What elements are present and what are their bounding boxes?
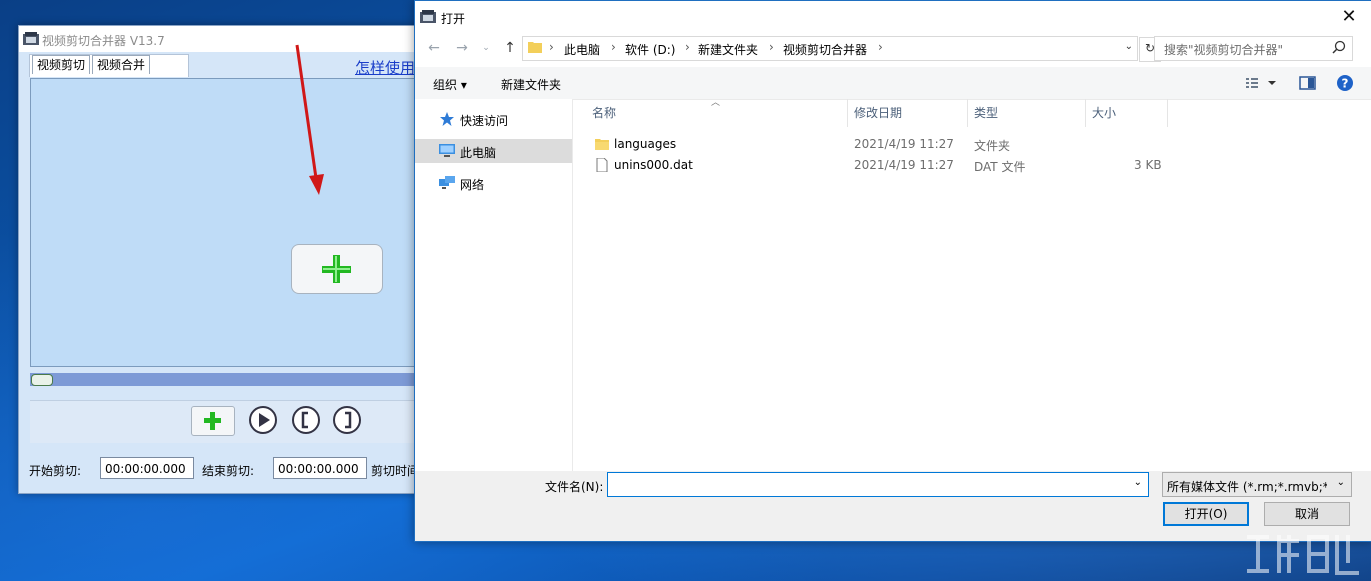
organize-button[interactable]: 组织 ▾ bbox=[433, 76, 467, 93]
chevron-down-icon[interactable]: ⌄ bbox=[1125, 41, 1133, 52]
cut-time-label: 剪切时间 bbox=[371, 462, 419, 479]
add-file-button[interactable] bbox=[191, 406, 235, 436]
column-header-size[interactable]: 大小 bbox=[1086, 99, 1168, 127]
breadcrumb-current[interactable]: 视频剪切合并器 bbox=[783, 41, 867, 58]
column-header-date[interactable]: 修改日期 bbox=[848, 99, 968, 127]
file-type: 文件夹 bbox=[974, 137, 1010, 154]
address-bar[interactable]: › 此电脑 › 软件 (D:) › 新建文件夹 › 视频剪切合并器 › ⌄ bbox=[522, 36, 1138, 61]
help-icon[interactable]: ? bbox=[1335, 73, 1355, 93]
folder-icon bbox=[595, 137, 609, 151]
preview-pane-icon[interactable] bbox=[1299, 73, 1317, 93]
timeline-slider[interactable] bbox=[30, 373, 420, 386]
back-arrow-icon[interactable]: ← bbox=[425, 39, 443, 57]
view-options-icon[interactable] bbox=[1244, 73, 1280, 93]
add-video-button[interactable] bbox=[291, 244, 383, 294]
watermark-logo bbox=[1243, 527, 1363, 579]
breadcrumb-separator: › bbox=[878, 40, 883, 54]
dialog-title: 打开 bbox=[441, 10, 465, 27]
file-row[interactable]: unins000.dat 2021/4/19 11:27 DAT 文件 3 KB bbox=[586, 155, 1186, 175]
sort-chevron-icon: ︿ bbox=[711, 95, 720, 108]
search-input[interactable]: 搜索"视频剪切合并器" bbox=[1154, 36, 1353, 61]
breadcrumb-separator: › bbox=[611, 40, 616, 54]
filename-label: 文件名(N): bbox=[545, 478, 603, 495]
chevron-down-icon: ⌄ bbox=[1337, 477, 1345, 488]
command-bar: 组织 ▾ 新建文件夹 ? bbox=[415, 67, 1371, 100]
file-type-value: 所有媒体文件 (*.rm;*.rmvb;*.fl bbox=[1167, 478, 1327, 495]
new-folder-button[interactable]: 新建文件夹 bbox=[501, 76, 561, 93]
nav-label: 此电脑 bbox=[460, 144, 496, 161]
chevron-down-icon[interactable]: ⌄ bbox=[1134, 477, 1142, 488]
play-button[interactable] bbox=[249, 406, 277, 434]
file-list: 名称 ︿ 修改日期 类型 大小 languages 2021/4/19 11:2… bbox=[586, 99, 1371, 471]
slider-handle[interactable] bbox=[31, 374, 53, 386]
start-cut-field[interactable]: 00:00:00.000 bbox=[100, 457, 194, 479]
bracket-right-icon bbox=[335, 408, 359, 432]
breadcrumb-separator: › bbox=[769, 40, 774, 54]
dialog-titlebar: 打开 ✕ bbox=[415, 1, 1371, 33]
file-name: languages bbox=[614, 137, 676, 151]
network-icon bbox=[439, 176, 455, 190]
nav-label: 快速访问 bbox=[460, 112, 508, 129]
breadcrumb-this-pc[interactable]: 此电脑 bbox=[564, 41, 600, 58]
start-cut-label: 开始剪切: bbox=[29, 462, 81, 479]
column-header-type[interactable]: 类型 bbox=[968, 99, 1086, 127]
search-icon bbox=[1332, 40, 1346, 54]
nav-item-network[interactable]: 网络 bbox=[415, 171, 572, 195]
cut-time-row: 开始剪切: 00:00:00.000 结束剪切: 00:00:00.000 剪切… bbox=[19, 457, 419, 481]
file-size: 3 KB bbox=[1134, 158, 1162, 172]
cancel-button[interactable]: 取消 bbox=[1264, 502, 1350, 526]
mark-end-button[interactable] bbox=[333, 406, 361, 434]
file-icon bbox=[595, 158, 609, 172]
address-row: ← → ⌄ ↑ › 此电脑 › 软件 (D:) › 新建文件夹 › 视频剪切合并… bbox=[415, 33, 1371, 63]
film-icon bbox=[420, 10, 436, 24]
recent-chevron-icon[interactable]: ⌄ bbox=[477, 39, 495, 57]
control-bar bbox=[30, 400, 420, 443]
plus-icon bbox=[192, 407, 234, 435]
file-date: 2021/4/19 11:27 bbox=[854, 158, 954, 172]
end-cut-label: 结束剪切: bbox=[202, 462, 254, 479]
star-icon bbox=[439, 112, 455, 126]
bracket-left-icon bbox=[294, 408, 318, 432]
play-icon bbox=[251, 408, 275, 432]
close-button[interactable]: ✕ bbox=[1326, 1, 1371, 33]
breadcrumb-separator: › bbox=[685, 40, 690, 54]
folder-icon bbox=[528, 41, 542, 53]
nav-item-quick-access[interactable]: 快速访问 bbox=[415, 107, 572, 131]
end-cut-field[interactable]: 00:00:00.000 bbox=[273, 457, 367, 479]
plus-icon bbox=[292, 245, 382, 293]
file-name: unins000.dat bbox=[614, 158, 693, 172]
breadcrumb-drive[interactable]: 软件 (D:) bbox=[625, 41, 675, 58]
dialog-footer: 文件名(N): ⌄ 所有媒体文件 (*.rm;*.rmvb;*.fl ⌄ 打开(… bbox=[415, 471, 1371, 541]
mark-start-button[interactable] bbox=[292, 406, 320, 434]
open-button[interactable]: 打开(O) bbox=[1163, 502, 1249, 526]
search-placeholder: 搜索"视频剪切合并器" bbox=[1164, 41, 1283, 58]
breadcrumb-new-folder[interactable]: 新建文件夹 bbox=[698, 41, 758, 58]
file-row[interactable]: languages 2021/4/19 11:27 文件夹 bbox=[586, 134, 1186, 154]
file-type-select[interactable]: 所有媒体文件 (*.rm;*.rmvb;*.fl ⌄ bbox=[1162, 472, 1352, 497]
file-date: 2021/4/19 11:27 bbox=[854, 137, 954, 151]
nav-label: 网络 bbox=[460, 176, 484, 193]
forward-arrow-icon[interactable]: → bbox=[453, 39, 471, 57]
navigation-pane: 快速访问 此电脑 网络 bbox=[415, 99, 573, 471]
open-file-dialog: 打开 ✕ ← → ⌄ ↑ › 此电脑 › 软件 (D:) › 新建文件夹 › 视… bbox=[414, 0, 1371, 542]
nav-item-this-pc[interactable]: 此电脑 bbox=[415, 139, 572, 163]
filename-input[interactable]: ⌄ bbox=[607, 472, 1149, 497]
annotation-arrow bbox=[0, 0, 420, 240]
file-type: DAT 文件 bbox=[974, 158, 1025, 175]
breadcrumb-separator: › bbox=[549, 40, 554, 54]
svg-text:?: ? bbox=[1342, 77, 1349, 91]
up-arrow-icon[interactable]: ↑ bbox=[501, 39, 519, 57]
computer-icon bbox=[439, 144, 455, 158]
